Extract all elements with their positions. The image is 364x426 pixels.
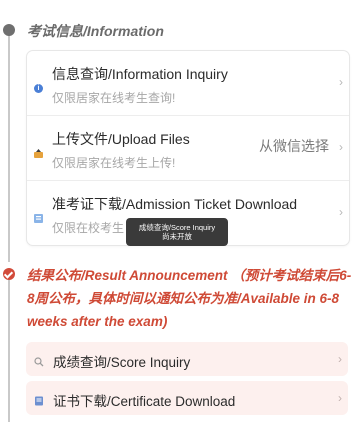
score-inquiry-item[interactable]: 成绩查询/Score Inquiry › — [26, 342, 348, 376]
item-subtitle: 仅限居家在线考生上传! — [52, 156, 176, 170]
exam-info-card: i 信息查询/Information Inquiry 仅限居家在线考生查询! ›… — [26, 50, 350, 246]
chevron-right-icon: › — [339, 75, 343, 89]
score-inquiry-tooltip: 成绩查询/Score Inquiry 尚未开放 — [126, 218, 228, 246]
timeline-line-bottom — [8, 278, 10, 422]
item-title: 准考证下载/Admission Ticket Download — [52, 196, 298, 212]
section-title-exam-info: 考试信息/Information — [27, 23, 164, 39]
timeline-line-top — [8, 34, 10, 262]
item-title: 证书下载/Certificate Download — [53, 394, 236, 409]
chevron-right-icon: › — [339, 140, 343, 154]
chevron-right-icon: › — [339, 205, 343, 219]
chevron-right-icon: › — [338, 352, 342, 366]
item-title: 上传文件/Upload Files — [52, 131, 190, 147]
item-subtitle: 仅限居家在线考生查询! — [52, 91, 176, 105]
chevron-right-icon: › — [338, 391, 342, 405]
item-subtitle: 仅限在校考生 — [52, 221, 125, 235]
timeline-dot-exam-info — [3, 24, 15, 36]
upload-files-item[interactable]: 上传文件/Upload Files 仅限居家在线考生上传! 从微信选择 › — [27, 116, 349, 181]
timeline-check-icon — [3, 268, 15, 280]
section-title-results: 结果公布/Result Announcement （预计考试结束后6-8周公布，… — [27, 268, 352, 329]
certificate-icon — [34, 393, 44, 406]
information-inquiry-item[interactable]: i 信息查询/Information Inquiry 仅限居家在线考生查询! › — [27, 51, 349, 116]
info-icon: i — [33, 83, 44, 94]
choose-from-wechat-button[interactable]: 从微信选择 — [259, 136, 329, 156]
tooltip-line-1: 成绩查询/Score Inquiry — [138, 223, 216, 232]
certificate-download-item[interactable]: 证书下载/Certificate Download › — [26, 381, 348, 415]
upload-icon — [33, 148, 44, 159]
tooltip-line-2: 尚未开放 — [162, 232, 192, 241]
ticket-icon — [33, 213, 44, 224]
item-title: 信息查询/Information Inquiry — [52, 66, 228, 82]
item-title: 成绩查询/Score Inquiry — [53, 355, 191, 370]
search-icon — [34, 354, 44, 367]
